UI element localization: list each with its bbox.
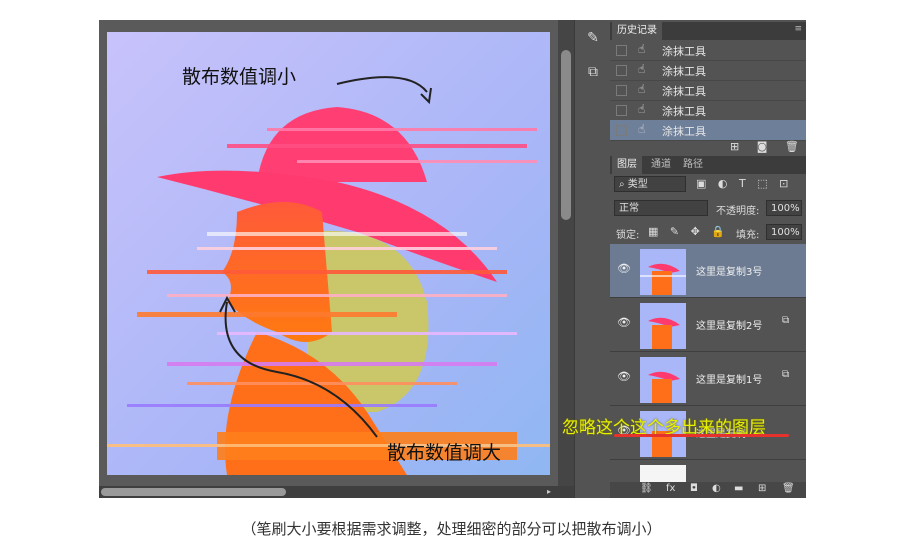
- fx-icon[interactable]: fx: [666, 483, 675, 494]
- history-item-label: 涂抹工具: [662, 105, 706, 118]
- scroll-right-arrow-icon[interactable]: ▸: [547, 487, 551, 496]
- annotation-scatter-smaller: 散布数值调小: [182, 66, 297, 88]
- history-item[interactable]: ☝ 涂抹工具: [610, 80, 806, 101]
- lock-transparency-icon[interactable]: ▦: [648, 225, 658, 238]
- history-item-label: 涂抹工具: [662, 65, 706, 78]
- photoshop-window: 散布数值调小 散布数值调大 ▸ ✎ ⧉ 历史记录 ≡ ☝ 涂抹工具 ☝ 涂抹工具: [99, 20, 806, 498]
- filter-adjustment-icon[interactable]: ◐: [718, 177, 728, 190]
- lock-all-icon[interactable]: 🔒: [711, 225, 725, 238]
- layer-row-selected[interactable]: 👁 这里是复制3号: [610, 244, 806, 298]
- history-item-label: 涂抹工具: [662, 85, 706, 98]
- tab-layers[interactable]: 图层: [612, 156, 642, 174]
- properties-icon[interactable]: ⧉: [583, 62, 603, 82]
- horizontal-scroll-thumb[interactable]: [101, 488, 286, 496]
- history-item-label: 涂抹工具: [662, 45, 706, 58]
- search-icon: ⌕: [619, 179, 628, 190]
- history-checkbox[interactable]: [616, 105, 627, 116]
- fill-label: 填充:: [736, 230, 760, 241]
- vertical-scroll-thumb[interactable]: [561, 50, 571, 220]
- canvas-area[interactable]: 散布数值调小 散布数值调大 ▸: [99, 20, 574, 498]
- caption-text: （笔刷大小要根据需求调整，处理细密的部分可以把散布调小）: [241, 520, 662, 538]
- layer-thumbnail: [640, 465, 686, 483]
- history-checkbox[interactable]: [616, 65, 627, 76]
- layer-name: 这里是复制1号: [696, 375, 763, 386]
- red-underline: [614, 434, 789, 437]
- layer-thumbnail: [640, 357, 686, 403]
- layer-thumbnail: [640, 303, 686, 349]
- layer-row[interactable]: [610, 460, 806, 483]
- history-item[interactable]: ☝ 涂抹工具: [610, 40, 806, 61]
- history-checkbox[interactable]: [616, 45, 627, 56]
- smudge-tool-icon: ☝: [638, 82, 646, 96]
- smudge-tool-icon: ☝: [638, 102, 646, 116]
- layer-filter-select[interactable]: ⌕ 类型: [614, 176, 686, 192]
- snapshot-camera-icon[interactable]: ◙: [757, 140, 768, 153]
- layer-name: 这里是复制2号: [696, 321, 763, 332]
- new-group-icon[interactable]: ▬: [734, 483, 743, 494]
- history-item-selected[interactable]: ☝ 涂抹工具: [610, 120, 806, 141]
- history-checkbox[interactable]: [616, 85, 627, 96]
- layer-filter-icons: ▣ ◐ T ⬚ ⊡: [696, 177, 788, 193]
- layer-row[interactable]: 👁 这里是复制2号 ⧉: [610, 298, 806, 352]
- eye-icon[interactable]: 👁: [617, 370, 631, 383]
- smudge-tool-icon: ☝: [638, 42, 646, 56]
- layer-name: 这里是复制3号: [696, 267, 763, 278]
- new-layer-icon[interactable]: ⊞: [758, 483, 766, 494]
- filter-type-icon[interactable]: T: [739, 177, 746, 190]
- opacity-label: 不透明度:: [716, 206, 760, 217]
- eye-icon[interactable]: 👁: [617, 316, 631, 329]
- lock-icons: ▦ ✎ ✥ 🔒: [648, 225, 725, 241]
- history-checkbox[interactable]: [616, 125, 627, 136]
- layers-bottom-bar: ⛓ fx ◘ ◐ ▬ ⊞ 🗑: [610, 482, 806, 498]
- history-actions: ⊞ ◙ 🗑: [730, 140, 799, 156]
- history-brush-icon[interactable]: ✎: [583, 28, 603, 48]
- tab-history[interactable]: 历史记录: [612, 22, 662, 40]
- glitch-artwork-image[interactable]: 散布数值调小 散布数值调大: [107, 32, 550, 475]
- tab-channels[interactable]: 通道: [646, 156, 676, 174]
- opacity-field[interactable]: 100%: [766, 200, 802, 216]
- adjustment-layer-icon[interactable]: ◐: [712, 483, 721, 494]
- artwork-svg: [107, 32, 550, 475]
- new-document-from-state-icon[interactable]: ⊞: [730, 140, 739, 153]
- lock-paint-icon[interactable]: ✎: [670, 225, 679, 238]
- tab-paths[interactable]: 路径: [678, 156, 708, 174]
- fill-field[interactable]: 100%: [766, 224, 802, 240]
- layers-tabbar: 图层 通道 路径: [610, 156, 806, 174]
- link-layers-icon[interactable]: ⛓: [640, 483, 653, 494]
- history-item[interactable]: ☝ 涂抹工具: [610, 60, 806, 81]
- filter-pixel-icon[interactable]: ▣: [696, 177, 706, 190]
- trash-icon[interactable]: 🗑: [785, 140, 799, 153]
- annotation-scatter-larger: 散布数值调大: [387, 442, 502, 464]
- delete-layer-icon[interactable]: 🗑: [782, 483, 795, 494]
- lock-label: 锁定:: [616, 230, 640, 241]
- add-mask-icon[interactable]: ◘: [690, 483, 698, 494]
- history-item[interactable]: ☝ 涂抹工具: [610, 100, 806, 121]
- filter-label: 类型: [627, 179, 648, 190]
- horizontal-scrollbar[interactable]: ▸: [99, 486, 574, 498]
- eye-icon[interactable]: 👁: [617, 262, 631, 275]
- layer-thumbnail: [640, 249, 686, 295]
- filter-smart-object-icon[interactable]: ⊡: [779, 177, 788, 190]
- smart-object-icon: ⧉: [782, 315, 790, 326]
- lock-move-icon[interactable]: ✥: [691, 225, 700, 238]
- layer-row[interactable]: 👁 这里是复制1号 ⧉: [610, 352, 806, 406]
- smart-object-icon: ⧉: [782, 369, 790, 380]
- panel-menu-icon[interactable]: ≡: [794, 24, 802, 34]
- filter-shape-icon[interactable]: ⬚: [757, 177, 767, 190]
- history-item-label: 涂抹工具: [662, 125, 706, 138]
- blend-mode-select[interactable]: 正常: [614, 200, 708, 216]
- smudge-tool-icon: ☝: [638, 122, 646, 136]
- history-tabbar: 历史记录 ≡: [610, 22, 806, 40]
- smudge-tool-icon: ☝: [638, 62, 646, 76]
